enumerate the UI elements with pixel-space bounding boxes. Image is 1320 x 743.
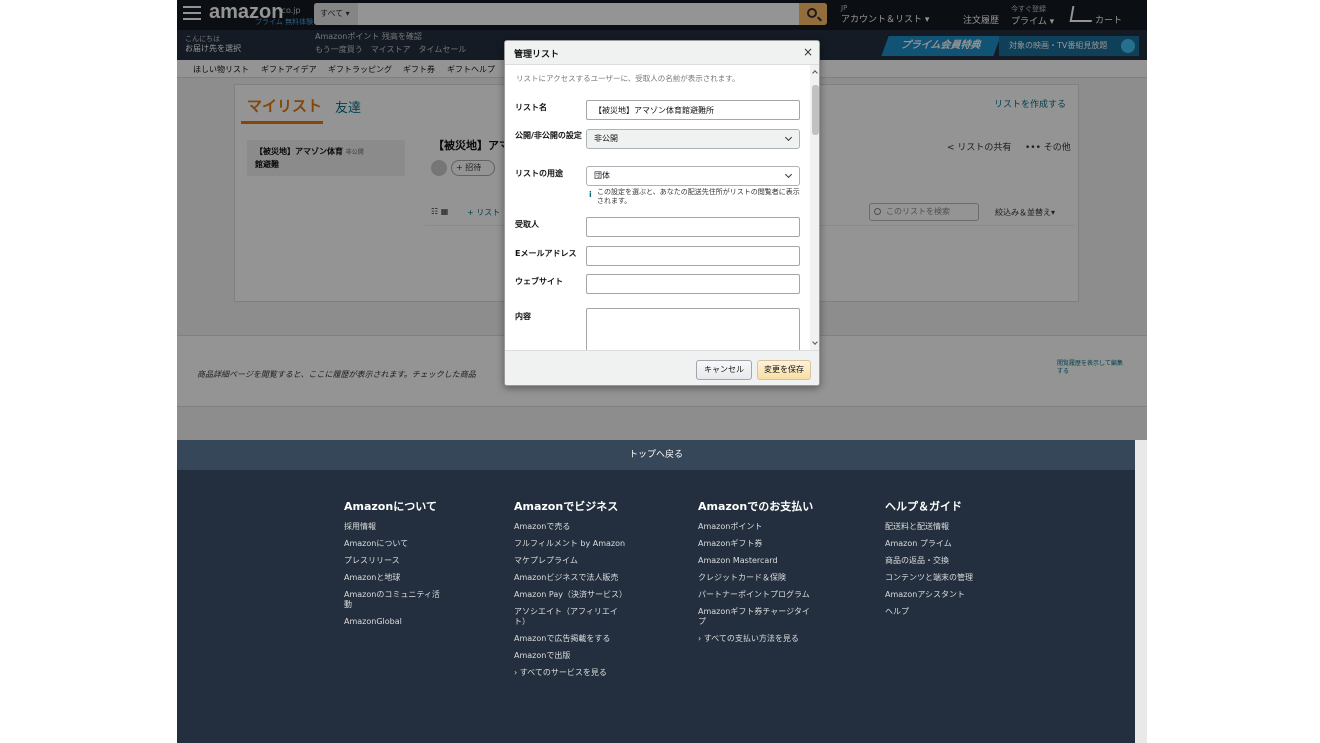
footer-link[interactable]: Amazonで出版 [514,651,629,661]
footer-link[interactable]: › すべての支払い方法を見る [698,634,810,644]
save-changes-button[interactable]: 変更を保存 [757,360,811,380]
scrollbar-thumb[interactable] [812,85,819,135]
footer-link[interactable]: Amazon Pay（決済サービス） [514,590,629,600]
list-name-label: リスト名 [515,103,547,112]
footer-link[interactable]: Amazonで広告掲載をする [514,634,629,644]
page-edge [1135,440,1147,743]
footer-link[interactable]: Amazonについて [344,539,484,549]
chevron-down-icon [784,133,793,142]
purpose-label: リストの用途 [515,169,563,178]
list-name-input[interactable] [586,100,800,120]
info-icon: i [589,190,592,199]
footer-link[interactable]: 採用情報 [344,522,484,532]
email-label: Eメールアドレス [515,249,577,258]
footer-column-title: Amazonでビジネス [514,500,619,513]
dialog-header: 管理リスト × [505,41,819,65]
footer-link[interactable]: Amazonと地球 [344,573,484,583]
footer-link[interactable]: コンテンツと端末の管理 [885,573,975,583]
footer-link[interactable]: › すべてのサービスを見る [514,668,629,678]
recipient-input[interactable] [586,217,800,237]
website-label: ウェブサイト [515,277,563,286]
content-textarea[interactable] [586,308,800,350]
cancel-button[interactable]: キャンセル [696,360,752,380]
manage-list-dialog: 管理リスト × リストにアクセスするユーザーに、受取人の名前が表示されます。 リ… [504,40,820,386]
back-to-top-link[interactable]: トップへ戻る [177,440,1135,470]
footer-column-business: Amazonでビジネス Amazonで売る フルフィルメント by Amazon… [514,498,629,685]
footer-column-title: Amazonでのお支払い [698,500,814,513]
footer-link[interactable]: 配送料と配送情報 [885,522,975,532]
footer-link[interactable]: マケプレプライム [514,556,629,566]
dialog-footer: キャンセル 変更を保存 [505,350,819,385]
content-label: 内容 [515,312,531,321]
footer-link[interactable]: Amazonのコミュニティ活動 [344,590,444,610]
footer-link[interactable]: ヘルプ [885,607,975,617]
scroll-down-arrow-icon[interactable] [812,339,818,345]
footer-link[interactable]: アソシエイト（アフィリエイト） [514,607,629,627]
footer-link[interactable]: Amazonアシスタント [885,590,975,600]
footer-link[interactable]: AmazonGlobal [344,617,484,627]
visibility-selected: 非公開 [594,134,618,143]
footer-column-about: Amazonについて 採用情報 Amazonについて プレスリリース Amazo… [344,498,484,634]
chevron-down-icon [784,170,793,179]
scroll-up-arrow-icon[interactable] [812,70,818,76]
footer-column-payment: Amazonでのお支払い Amazonポイント Amazonギフト券 Amazo… [698,498,814,651]
visibility-select[interactable]: 非公開 [586,129,800,149]
dialog-note: リストにアクセスするユーザーに、受取人の名前が表示されます。 [516,74,740,83]
purpose-info-text: この設定を選ぶと、あなたの配送先住所がリストの閲覧者に表示されます。 [597,188,800,205]
footer-link[interactable]: フルフィルメント by Amazon [514,539,629,549]
purpose-select[interactable]: 団体 [586,166,800,186]
footer-link[interactable]: Amazonで売る [514,522,629,532]
dialog-title: 管理リスト [514,50,560,60]
recipient-label: 受取人 [515,220,539,229]
footer-link[interactable]: Amazonギフト券チャージタイプ [698,607,810,627]
purpose-selected: 団体 [594,171,610,180]
close-icon[interactable]: × [803,45,813,59]
email-input[interactable] [586,246,800,266]
footer: Amazonについて 採用情報 Amazonについて プレスリリース Amazo… [177,470,1135,743]
dialog-body: リストにアクセスするユーザーに、受取人の名前が表示されます。 リスト名 公開/非… [505,65,819,350]
footer-link[interactable]: パートナーポイントプログラム [698,590,810,600]
website-input[interactable] [586,274,800,294]
footer-link[interactable]: 商品の返品・交換 [885,556,975,566]
footer-link[interactable]: Amazonギフト券 [698,539,810,549]
visibility-label: 公開/非公開の設定 [515,131,582,140]
footer-link[interactable]: クレジットカード＆保険 [698,573,810,583]
footer-column-help: ヘルプ＆ガイド 配送料と配送情報 Amazon プライム 商品の返品・交換 コン… [885,498,975,624]
footer-link[interactable]: Amazonビジネスで法人販売 [514,573,629,583]
footer-link[interactable]: Amazon プライム [885,539,975,549]
footer-link[interactable]: Amazon Mastercard [698,556,810,566]
footer-link[interactable]: プレスリリース [344,556,484,566]
footer-link[interactable]: Amazonポイント [698,522,810,532]
footer-column-title: Amazonについて [344,500,437,513]
page: amazon .co.jp プライム 無料体験 すべて ▾ JP アカウント＆リ… [0,0,1320,743]
dialog-scrollbar[interactable] [810,65,819,350]
footer-column-title: ヘルプ＆ガイド [885,500,962,513]
